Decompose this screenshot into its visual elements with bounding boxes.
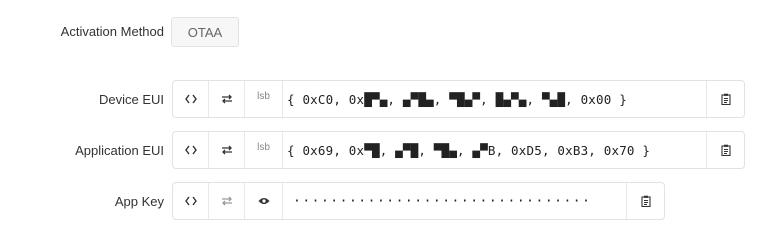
device-eui-byte-order-button[interactable] (209, 81, 245, 117)
swap-arrows-icon (221, 94, 233, 104)
device-eui-copy-button[interactable] (706, 81, 744, 117)
device-eui-byte-order-label: lsb (245, 81, 283, 117)
app-key-byte-order-button[interactable] (209, 183, 245, 219)
activation-method-text: OTAA (187, 24, 223, 40)
activation-method-label: Activation Method (60, 24, 164, 39)
application-eui-format-toggle-button[interactable] (173, 132, 209, 168)
app-key-value: ································ (293, 193, 592, 209)
app-key-label: App Key (114, 194, 164, 209)
device-eui-field: lsb { 0xC0, 0x█▀▄, ▄▀█▄, ▀█▄▀, █▄▀▄, ▀▄█… (172, 80, 745, 118)
swap-arrows-icon (221, 196, 233, 206)
app-key-format-toggle-button[interactable] (173, 183, 209, 219)
application-eui-value: { 0x69, 0x▀█, ▄▀█, ▀█▄, ▄▀B, 0xD5, 0xB3,… (287, 142, 651, 158)
device-eui-label: Device EUI (98, 92, 164, 107)
activation-method-value: OTAA (171, 17, 239, 47)
application-eui-byte-order-button[interactable] (209, 132, 245, 168)
application-eui-byte-order-label: lsb (245, 132, 283, 168)
clipboard-icon (640, 195, 651, 207)
code-brackets-icon (184, 94, 197, 104)
eye-icon (258, 197, 270, 205)
app-key-show-hide-button[interactable] (245, 183, 283, 219)
code-brackets-icon (184, 145, 197, 155)
app-key-field: ································ (172, 182, 665, 220)
clipboard-icon (720, 144, 731, 156)
code-brackets-icon (184, 196, 197, 206)
application-eui-label: Application EUI (75, 143, 164, 158)
swap-arrows-icon (221, 145, 233, 155)
device-eui-value: { 0xC0, 0x█▀▄, ▄▀█▄, ▀█▄▀, █▄▀▄, ▀▄█, 0x… (287, 91, 627, 107)
application-eui-field: lsb { 0x69, 0x▀█, ▄▀█, ▀█▄, ▄▀B, 0xD5, 0… (172, 131, 745, 169)
application-eui-copy-button[interactable] (706, 132, 744, 168)
app-key-copy-button[interactable] (626, 183, 664, 219)
clipboard-icon (720, 93, 731, 105)
device-eui-format-toggle-button[interactable] (173, 81, 209, 117)
